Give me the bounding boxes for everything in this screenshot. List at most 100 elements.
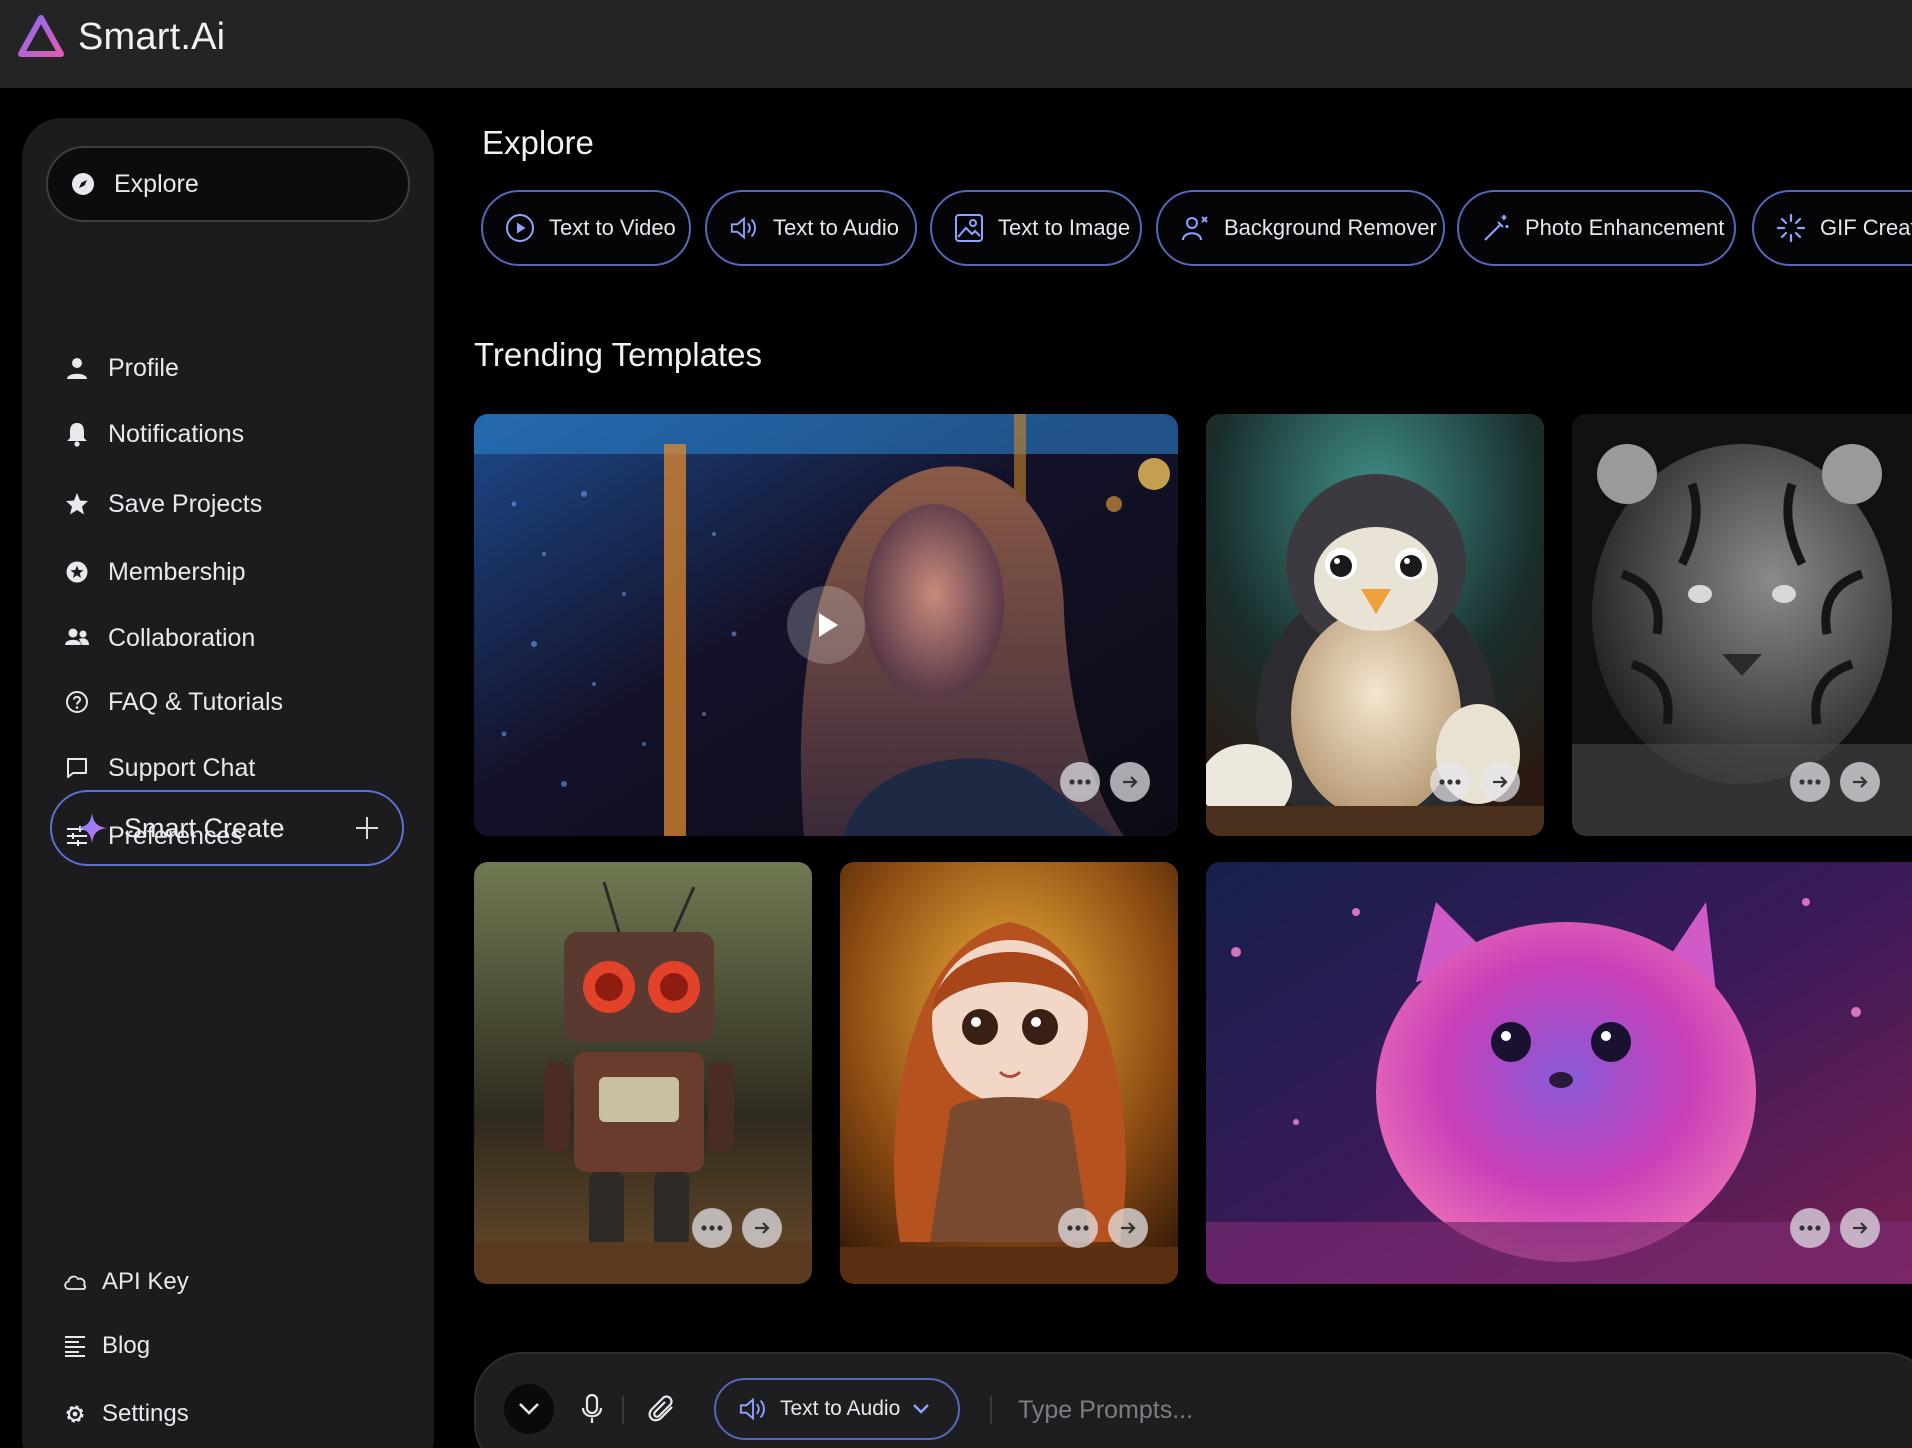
mode-selector-dropdown[interactable]: Text to Audio bbox=[714, 1378, 960, 1440]
card-actions bbox=[1060, 762, 1150, 802]
plus-icon bbox=[356, 817, 378, 839]
bell-icon bbox=[64, 421, 90, 447]
template-card-tiger[interactable] bbox=[1572, 414, 1912, 836]
arrow-right-icon bbox=[1853, 1222, 1868, 1234]
help-circle-icon bbox=[64, 689, 90, 715]
ellipsis-icon bbox=[701, 1225, 723, 1231]
badge-icon bbox=[64, 559, 90, 585]
open-template-button[interactable] bbox=[1840, 1208, 1880, 1248]
chat-bubble-icon bbox=[64, 755, 90, 781]
tool-chip-label: Photo Enhancement bbox=[1525, 215, 1725, 240]
tool-chips-row: Text to Video Text to Audio Text to Imag… bbox=[481, 190, 1912, 268]
sidebar-item-support-chat[interactable]: Support Chat bbox=[64, 748, 255, 788]
user-remove-icon bbox=[1180, 213, 1210, 243]
ellipsis-icon bbox=[1069, 779, 1091, 785]
open-template-button[interactable] bbox=[1480, 762, 1520, 802]
logo-triangle-icon bbox=[18, 15, 64, 57]
more-options-button[interactable] bbox=[1060, 762, 1100, 802]
sidebar-item-label: Blog bbox=[102, 1332, 151, 1359]
sidebar-item-faq[interactable]: FAQ & Tutorials bbox=[64, 682, 283, 722]
sidebar-item-label: Save Projects bbox=[108, 489, 263, 518]
play-icon bbox=[819, 613, 838, 637]
sidebar-item-label: Settings bbox=[102, 1400, 189, 1427]
sidebar-item-label: Collaboration bbox=[108, 623, 256, 652]
open-template-button[interactable] bbox=[1840, 762, 1880, 802]
sidebar-item-membership[interactable]: Membership bbox=[64, 552, 246, 592]
ellipsis-icon bbox=[1799, 1225, 1821, 1231]
gear-icon bbox=[62, 1401, 88, 1427]
template-card-fluffy-creature[interactable] bbox=[1206, 862, 1912, 1284]
open-template-button[interactable] bbox=[742, 1208, 782, 1248]
open-template-button[interactable] bbox=[1108, 1208, 1148, 1248]
tool-chip-label: GIF Creator bbox=[1820, 215, 1912, 240]
tool-chip-label: Text to Audio bbox=[773, 215, 899, 240]
sparkle-icon bbox=[77, 813, 107, 843]
smart-create-button[interactable]: Smart Create bbox=[50, 790, 404, 866]
magic-wand-icon bbox=[1481, 213, 1511, 243]
sidebar-item-label: Explore bbox=[114, 169, 199, 198]
ellipsis-icon bbox=[1799, 779, 1821, 785]
sidebar-item-label: Support Chat bbox=[108, 753, 256, 782]
play-circle-icon bbox=[505, 213, 535, 243]
arrow-right-icon bbox=[1853, 776, 1868, 788]
sidebar-item-api-key[interactable]: API Key bbox=[62, 1268, 189, 1296]
sidebar-item-notifications[interactable]: Notifications bbox=[64, 414, 244, 454]
tool-chip-photo-enhancement[interactable]: Photo Enhancement bbox=[1457, 190, 1736, 266]
arrow-right-icon bbox=[755, 1222, 770, 1234]
template-card-penguin[interactable] bbox=[1206, 414, 1544, 836]
voice-input-button[interactable] bbox=[572, 1384, 612, 1434]
sidebar-item-label: Profile bbox=[108, 353, 179, 382]
divider bbox=[990, 1396, 992, 1424]
open-template-button[interactable] bbox=[1110, 762, 1150, 802]
chevron-down-icon bbox=[913, 1404, 930, 1414]
collapse-toggle-button[interactable] bbox=[504, 1384, 554, 1434]
more-options-button[interactable] bbox=[1430, 762, 1470, 802]
attach-file-button[interactable] bbox=[642, 1384, 682, 1434]
sidebar-item-profile[interactable]: Profile bbox=[64, 348, 179, 388]
template-card-woman-in-rain[interactable] bbox=[474, 414, 1178, 836]
tool-chip-gif-creator[interactable]: GIF Creator bbox=[1752, 190, 1912, 266]
template-card-robot[interactable] bbox=[474, 862, 812, 1284]
sidebar-item-settings[interactable]: Settings bbox=[62, 1400, 189, 1428]
card-actions bbox=[1058, 1208, 1148, 1248]
paperclip-icon bbox=[648, 1395, 673, 1422]
app-logo[interactable]: Smart.Ai bbox=[18, 14, 225, 60]
sidebar: Explore Profile Notifications Save Proje… bbox=[22, 118, 434, 1448]
card-actions bbox=[1790, 762, 1880, 802]
prompt-input[interactable] bbox=[1018, 1388, 1618, 1432]
sidebar-item-label: Notifications bbox=[108, 419, 245, 448]
more-options-button[interactable] bbox=[1058, 1208, 1098, 1248]
play-button[interactable] bbox=[787, 586, 865, 664]
users-icon bbox=[64, 625, 90, 651]
tool-chip-text-to-audio[interactable]: Text to Audio bbox=[705, 190, 917, 266]
sidebar-item-blog[interactable]: Blog bbox=[62, 1332, 150, 1360]
arrow-right-icon bbox=[1123, 776, 1138, 788]
microphone-icon bbox=[581, 1394, 603, 1423]
loader-icon bbox=[1776, 213, 1806, 243]
sidebar-item-collaboration[interactable]: Collaboration bbox=[64, 618, 255, 658]
speaker-icon bbox=[729, 213, 759, 243]
chevron-down-icon bbox=[519, 1403, 539, 1415]
sidebar-item-save-projects[interactable]: Save Projects bbox=[64, 484, 262, 524]
prompt-composer: Text to Audio bbox=[474, 1352, 1912, 1448]
speaker-icon bbox=[738, 1394, 768, 1424]
user-icon bbox=[64, 355, 90, 381]
card-actions bbox=[1790, 1208, 1880, 1248]
sidebar-item-label: FAQ & Tutorials bbox=[108, 687, 284, 716]
more-options-button[interactable] bbox=[1790, 762, 1830, 802]
arrow-right-icon bbox=[1121, 1222, 1136, 1234]
top-bar: Smart.Ai bbox=[0, 0, 1912, 88]
tool-chip-text-to-video[interactable]: Text to Video bbox=[481, 190, 691, 266]
tool-chip-label: Text to Image bbox=[998, 215, 1131, 240]
tool-chip-background-remover[interactable]: Background Remover bbox=[1156, 190, 1445, 266]
smart-create-label: Smart Create bbox=[124, 812, 285, 843]
sidebar-item-label: API Key bbox=[102, 1268, 189, 1295]
more-options-button[interactable] bbox=[692, 1208, 732, 1248]
divider bbox=[622, 1396, 624, 1424]
tool-chip-text-to-image[interactable]: Text to Image bbox=[930, 190, 1142, 266]
app-name: Smart.Ai bbox=[78, 15, 226, 58]
page-title: Explore bbox=[482, 124, 594, 161]
sidebar-item-explore[interactable]: Explore bbox=[46, 146, 410, 222]
more-options-button[interactable] bbox=[1790, 1208, 1830, 1248]
template-card-doll[interactable] bbox=[840, 862, 1178, 1284]
